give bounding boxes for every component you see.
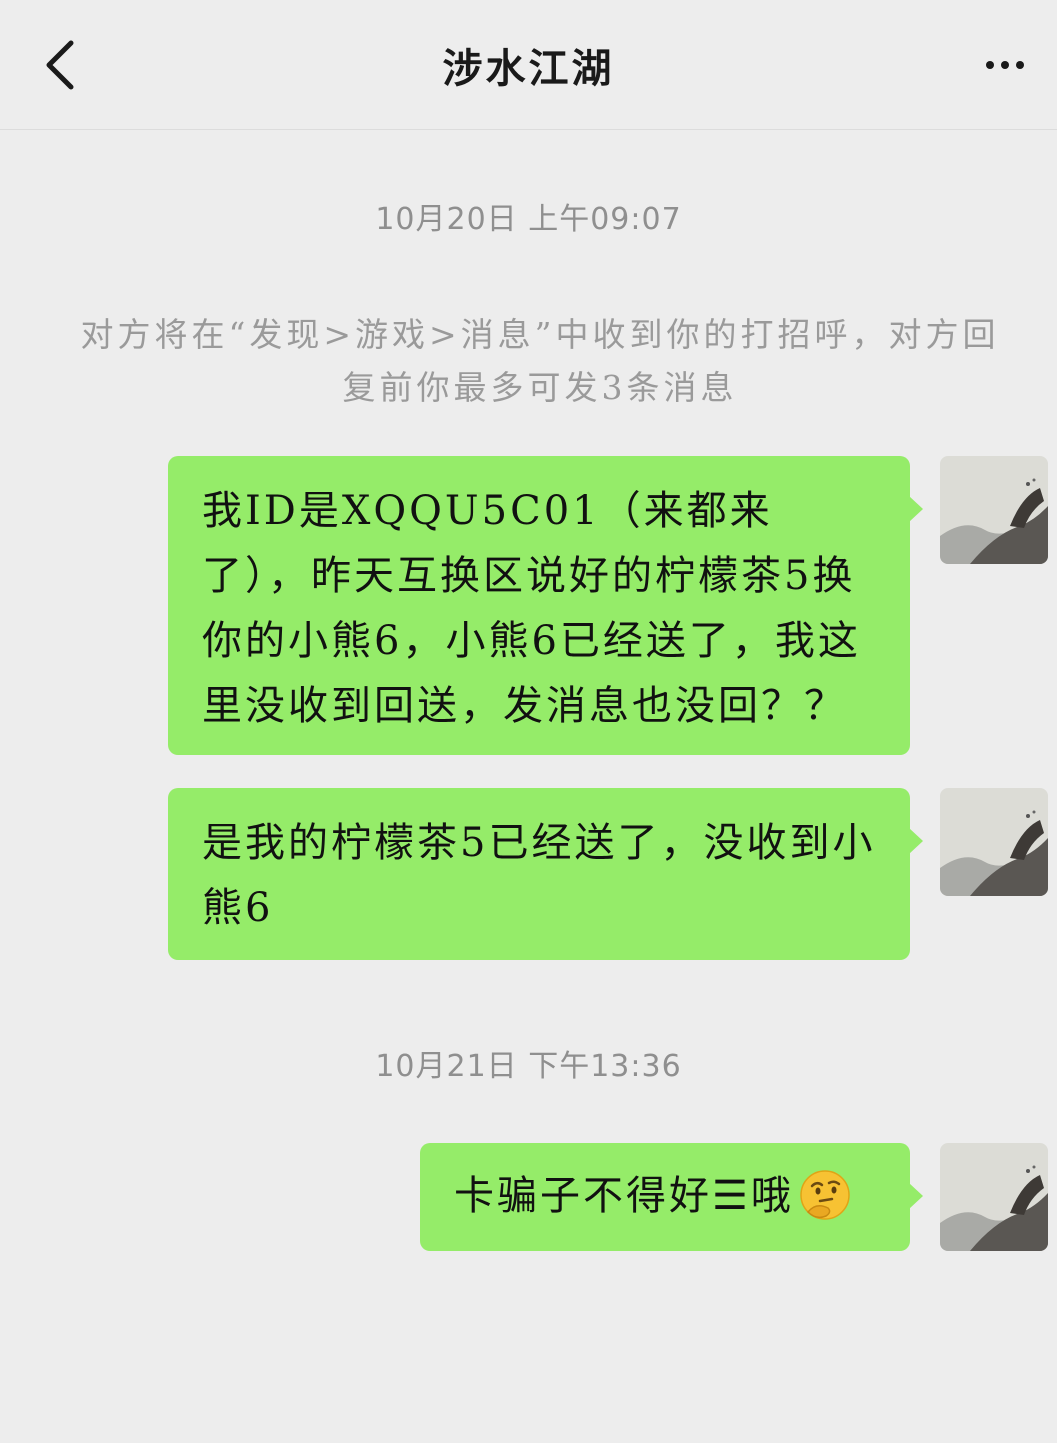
message-text: 卡骗子不得好☰哦 [454, 1173, 794, 1219]
message-text: 我ID是XQQU5C01（来都来了），昨天互换区说好的柠檬茶5换你的小熊6，小熊… [202, 488, 861, 729]
thinking-face-emoji [800, 1170, 850, 1220]
message-bubble[interactable]: 我ID是XQQU5C01（来都来了），昨天互换区说好的柠檬茶5换你的小熊6，小熊… [168, 456, 923, 755]
avatar[interactable] [940, 456, 1048, 564]
avatar[interactable] [940, 1143, 1048, 1251]
more-dot [1001, 61, 1009, 69]
timestamp: 10月21日 下午13:36 [375, 1049, 682, 1084]
chat-title: 涉水江湖 [442, 45, 615, 92]
more-dots-icon [986, 61, 994, 69]
message-bubble[interactable]: 是我的柠檬茶5已经送了，没收到小熊6 [168, 788, 923, 960]
message-text: 是我的柠檬茶5已经送了，没收到小熊6 [202, 820, 876, 931]
chat-header: 涉水江湖 [0, 0, 1057, 130]
message-bubble[interactable]: 卡骗子不得好☰哦 [420, 1143, 923, 1251]
avatar[interactable] [940, 788, 1048, 896]
more-button[interactable] [975, 40, 1035, 90]
timestamp: 10月20日 上午09:07 [375, 202, 682, 237]
more-dot [1016, 61, 1024, 69]
avatar-landscape-image [940, 456, 1048, 564]
system-notice: 对方将在“发现>游戏>消息”中收到你的打招呼，对方回复前你最多可发3条消息 [80, 315, 1000, 407]
avatar-landscape-image [940, 788, 1048, 896]
avatar-landscape-image [940, 1143, 1048, 1251]
